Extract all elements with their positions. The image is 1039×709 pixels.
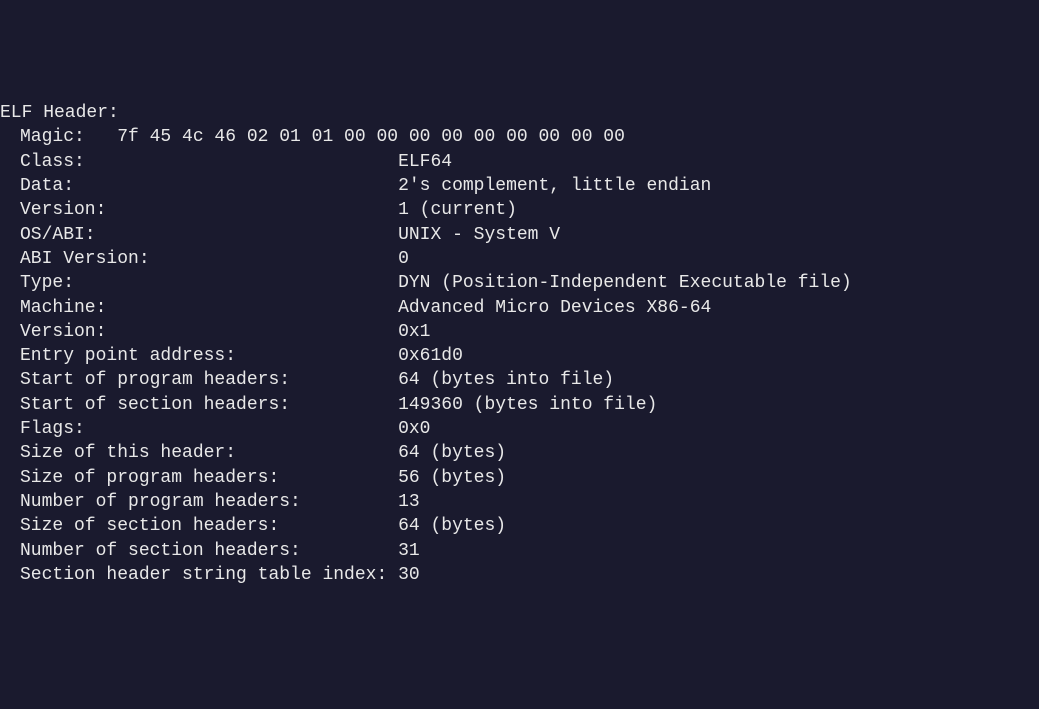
magic-value: 7f 45 4c 46 02 01 01 00 00 00 00 00 00 0… xyxy=(117,125,635,149)
field-label: OS/ABI: xyxy=(20,223,398,247)
field-value: 0x0 xyxy=(398,417,430,441)
field-label: Number of section headers: xyxy=(20,539,398,563)
field-label: Version: xyxy=(20,198,398,222)
field-value: 13 xyxy=(398,490,420,514)
magic-row: Magic: 7f 45 4c 46 02 01 01 00 00 00 00 … xyxy=(0,125,1039,149)
field-label: Type: xyxy=(20,271,398,295)
field-row-version: Version: 1 (current) xyxy=(0,198,1039,222)
field-row-start-program-headers: Start of program headers: 64 (bytes into… xyxy=(0,368,1039,392)
field-value: Advanced Micro Devices X86-64 xyxy=(398,296,711,320)
field-label: Flags: xyxy=(20,417,398,441)
field-row-class: Class: ELF64 xyxy=(0,150,1039,174)
field-value: 30 xyxy=(398,563,420,587)
field-label: Entry point address: xyxy=(20,344,398,368)
field-label: Class: xyxy=(20,150,398,174)
field-label: Size of this header: xyxy=(20,441,398,465)
field-row-size-header: Size of this header: 64 (bytes) xyxy=(0,441,1039,465)
field-row-flags: Flags: 0x0 xyxy=(0,417,1039,441)
field-label: Number of program headers: xyxy=(20,490,398,514)
field-value: 64 (bytes) xyxy=(398,514,506,538)
field-row-version2: Version: 0x1 xyxy=(0,320,1039,344)
field-row-number-program-headers: Number of program headers: 13 xyxy=(0,490,1039,514)
field-row-size-section-headers: Size of section headers: 64 (bytes) xyxy=(0,514,1039,538)
field-label: Version: xyxy=(20,320,398,344)
field-label: Size of section headers: xyxy=(20,514,398,538)
field-row-machine: Machine: Advanced Micro Devices X86-64 xyxy=(0,296,1039,320)
field-row-abi-version: ABI Version: 0 xyxy=(0,247,1039,271)
field-value: DYN (Position-Independent Executable fil… xyxy=(398,271,852,295)
field-value: 31 xyxy=(398,539,420,563)
field-value: 2's complement, little endian xyxy=(398,174,711,198)
elf-header-title: ELF Header: xyxy=(0,101,1039,125)
field-label: Machine: xyxy=(20,296,398,320)
field-value: UNIX - System V xyxy=(398,223,560,247)
magic-label: Magic: xyxy=(20,125,117,149)
field-label: Section header string table index: xyxy=(20,563,398,587)
field-row-data: Data: 2's complement, little endian xyxy=(0,174,1039,198)
field-value: 149360 (bytes into file) xyxy=(398,393,657,417)
field-label: Data: xyxy=(20,174,398,198)
field-row-osabi: OS/ABI: UNIX - System V xyxy=(0,223,1039,247)
field-value: 56 (bytes) xyxy=(398,466,506,490)
field-value: 0x1 xyxy=(398,320,430,344)
field-row-type: Type: DYN (Position-Independent Executab… xyxy=(0,271,1039,295)
field-value: 64 (bytes into file) xyxy=(398,368,614,392)
field-label: Size of program headers: xyxy=(20,466,398,490)
field-value: 64 (bytes) xyxy=(398,441,506,465)
field-row-entry-point: Entry point address: 0x61d0 xyxy=(0,344,1039,368)
field-value: ELF64 xyxy=(398,150,452,174)
field-row-string-table-index: Section header string table index: 30 xyxy=(0,563,1039,587)
field-label: ABI Version: xyxy=(20,247,398,271)
field-row-start-section-headers: Start of section headers: 149360 (bytes … xyxy=(0,393,1039,417)
field-row-size-program-headers: Size of program headers: 56 (bytes) xyxy=(0,466,1039,490)
field-label: Start of program headers: xyxy=(20,368,398,392)
field-value: 0x61d0 xyxy=(398,344,463,368)
field-row-number-section-headers: Number of section headers: 31 xyxy=(0,539,1039,563)
field-label: Start of section headers: xyxy=(20,393,398,417)
field-value: 0 xyxy=(398,247,409,271)
field-value: 1 (current) xyxy=(398,198,517,222)
